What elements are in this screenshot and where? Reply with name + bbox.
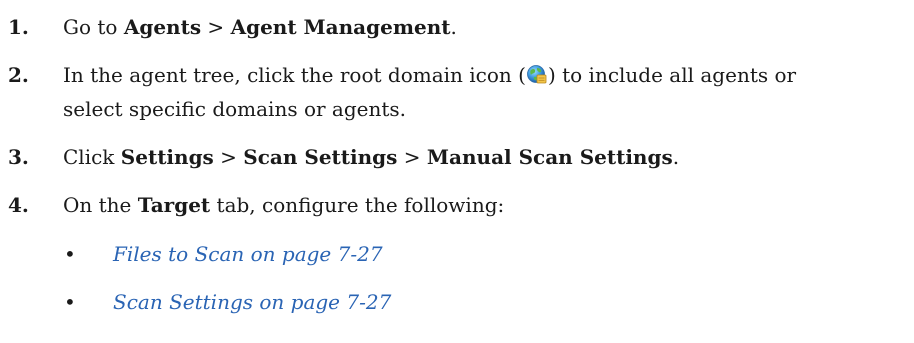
path-separator: >: [213, 145, 244, 169]
step-text: Go to Agents > Agent Management.: [63, 10, 908, 44]
step-number: 2.: [8, 63, 29, 87]
step-number: 1.: [8, 15, 29, 39]
link-files-to-scan[interactable]: Files to Scan on page 7-27: [113, 237, 383, 271]
step-text-segment: In the agent tree, click the root domain…: [63, 63, 526, 87]
bullet-icon: •: [64, 242, 76, 266]
step-text: On the Target tab, configure the followi…: [63, 188, 908, 222]
path-separator: >: [397, 145, 427, 169]
bullet-icon: •: [64, 290, 76, 314]
menu-manual-scan-settings-label: Manual Scan Settings: [426, 145, 673, 169]
step-number: 3.: [8, 145, 29, 169]
step-text: In the agent tree, click the root domain…: [63, 58, 908, 126]
menu-agent-management-label: Agent Management: [230, 15, 451, 39]
menu-agents-label: Agents: [123, 15, 202, 39]
step-number: 4.: [8, 193, 29, 217]
link-scan-settings[interactable]: Scan Settings on page 7-27: [113, 285, 391, 319]
tab-target-label: Target: [137, 193, 211, 217]
path-separator: >: [201, 15, 231, 39]
step-text: Click Settings > Scan Settings > Manual …: [63, 140, 908, 174]
menu-settings-label: Settings: [120, 145, 214, 169]
root-domain-globe-icon: [526, 62, 548, 84]
step-text-segment: .: [450, 15, 457, 39]
instruction-document: 1. Go to Agents > Agent Management. 2. I…: [0, 0, 914, 343]
step-text-segment: On the: [63, 193, 138, 217]
step-text-segment: ) to include all agents or: [547, 63, 797, 87]
step-text-segment: Go to: [63, 15, 124, 39]
step-text-segment: Click: [63, 145, 121, 169]
step-text-segment: .: [672, 145, 680, 169]
step-text-line: In the agent tree, click the root domain…: [63, 58, 908, 92]
step-text-segment: tab, configure the following:: [210, 193, 505, 217]
step-text-line: select specific domains or agents.: [63, 97, 407, 121]
menu-scan-settings-label: Scan Settings: [243, 145, 398, 169]
